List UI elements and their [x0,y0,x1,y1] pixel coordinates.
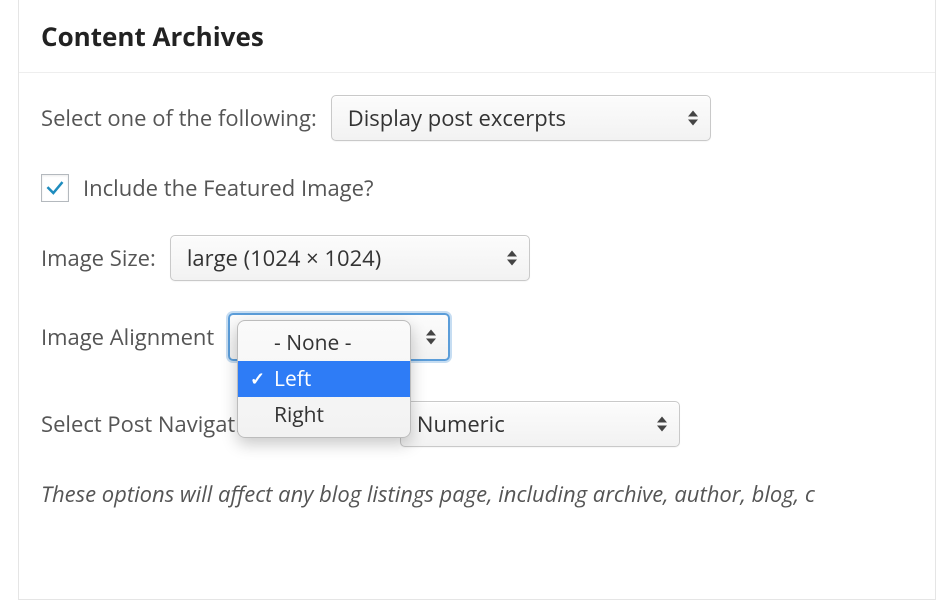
image-size-label: Image Size: [41,243,156,273]
featured-image-row: Include the Featured Image? [41,173,935,203]
image-alignment-dropdown: - None - Left Right [237,320,411,438]
content-display-label: Select one of the following: [41,103,317,133]
alignment-option-none[interactable]: - None - [238,325,410,361]
featured-image-label: Include the Featured Image? [83,173,373,203]
image-size-value: large (1024 × 1024) [187,243,381,273]
caret-icon [657,417,667,432]
image-size-row: Image Size: large (1024 × 1024) [41,235,935,281]
post-nav-row: Select Post Navigation Technique: Numeri… [41,401,935,447]
options-note: These options will affect any blog listi… [41,479,935,509]
content-display-value: Display post excerpts [348,103,566,133]
featured-image-checkbox[interactable] [41,174,69,202]
post-nav-value: Numeric [417,409,505,439]
caret-icon [507,251,517,266]
alignment-option-right[interactable]: Right [238,397,410,433]
content-archives-panel: Content Archives Select one of the follo… [18,0,936,600]
panel-body: Select one of the following: Display pos… [19,73,935,509]
panel-title: Content Archives [19,0,935,73]
content-display-row: Select one of the following: Display pos… [41,95,935,141]
caret-icon [426,330,436,345]
image-alignment-label: Image Alignment [41,322,214,352]
post-nav-select[interactable]: Numeric [400,401,680,447]
content-display-select[interactable]: Display post excerpts [331,95,711,141]
caret-icon [688,111,698,126]
image-alignment-row: Image Alignment Left [41,313,935,361]
image-size-select[interactable]: large (1024 × 1024) [170,235,530,281]
check-icon [45,178,65,198]
alignment-option-left[interactable]: Left [238,361,410,397]
